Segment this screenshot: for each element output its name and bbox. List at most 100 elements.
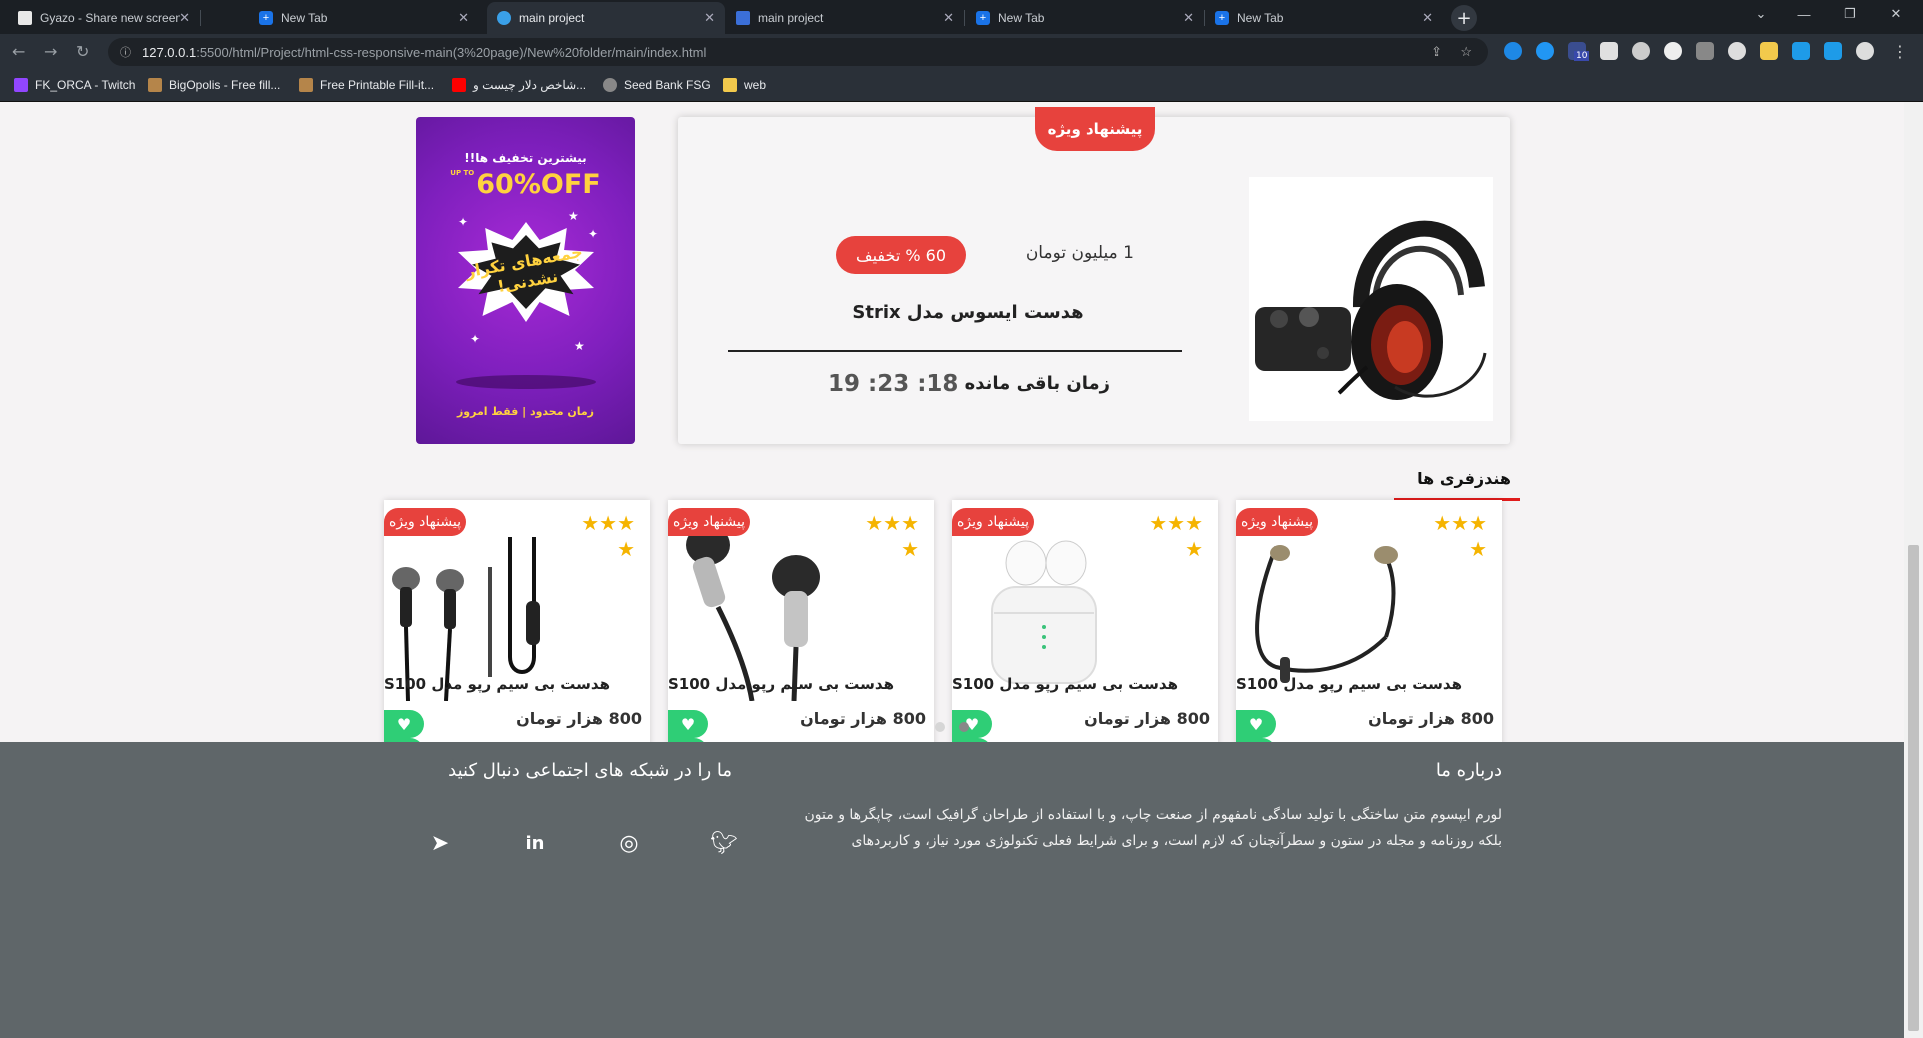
product-card[interactable]: پیشنهاد ویژه ★★★ ★ هدست بی سیم رپو مدل S1… [384,500,650,766]
product-card[interactable]: پیشنهاد ویژه ★★★ ★ هدست بی سیم رپو مدل S1… [1236,500,1502,766]
scrollbar-thumb[interactable] [1908,545,1919,1031]
add-to-favorites-button[interactable]: ♥ [952,710,992,738]
share-icon[interactable]: ⇪ [1431,44,1442,60]
section-title-earphones: هندزفری ها [1417,469,1511,488]
star-icon: ★ [1433,511,1452,535]
new-tab-icon: + [1215,11,1229,25]
forward-icon[interactable]: → [44,42,57,61]
telegram-icon[interactable]: ➤ [426,830,454,858]
side-panel-icon[interactable] [1824,42,1842,60]
tab-new-tab[interactable]: + New Tab ✕ [249,2,479,34]
sparkle-icon: ✦ [470,332,481,346]
twitter-icon[interactable]: 🐦︎ [710,830,738,858]
close-window-button[interactable]: ✕ [1873,0,1919,28]
product-title[interactable]: هدست بی سیم رپو مدل S100 [668,675,894,693]
info-icon[interactable]: ⓘ [120,44,131,60]
promo-banner[interactable]: ✦ ✦ ★ ✦ ★ بیشترین تخفیف ها!! UP TO60%OFF… [416,117,635,444]
twitch-icon [14,78,28,92]
close-icon[interactable]: ✕ [458,10,469,26]
gear-icon[interactable] [1728,42,1746,60]
close-icon[interactable]: ✕ [704,10,715,26]
bookmark-item[interactable]: Free Printable Fill-it... [299,78,434,92]
restore-button[interactable]: ❐ [1827,0,1873,28]
star-icon: ★ [1185,511,1203,535]
bookmark-item[interactable]: BigOpolis - Free fill... [148,78,280,92]
bookmark-label: BigOpolis - Free fill... [169,78,281,92]
folder-icon [723,78,737,92]
tab-main-project-active[interactable]: main project ✕ [487,2,725,34]
page-scrollbar[interactable] [1904,102,1923,1038]
tab-search-icon[interactable]: ⌄ [1738,0,1784,28]
add-to-favorites-button[interactable]: ♥ [1236,710,1276,738]
tab-gyazo[interactable]: Gyazo - Share new screenshots. ✕ [8,2,201,34]
bookmark-item[interactable]: FK_ORCA - Twitch [14,78,135,92]
url-input[interactable]: ⓘ 127.0.0.1:5500/html/Project/html-css-r… [108,38,1488,66]
star-icon: ★ [581,511,600,535]
add-to-favorites-button[interactable]: ♥ [668,710,708,738]
promo-up-to: UP TO [450,169,475,177]
rating-stars: ★★★ ★ [551,510,635,562]
bookmark-item[interactable]: Seed Bank FSG [603,78,711,92]
about-us-text: لورم ایپسوم متن ساختگی با تولید سادگی نا… [804,807,1502,849]
minimize-button[interactable]: — [1781,0,1827,28]
add-to-favorites-button[interactable]: ♥ [384,710,424,738]
product-title[interactable]: هدست بی سیم رپو مدل S100 [952,675,1178,693]
silver-earphone-drawing [686,525,820,702]
puzzle-icon[interactable] [1792,42,1810,60]
bookmark-item[interactable]: web [723,78,766,92]
close-icon[interactable]: ✕ [179,10,190,26]
extension-icon[interactable] [1664,42,1682,60]
tab-main-project[interactable]: main project ✕ [726,2,965,34]
product-title[interactable]: هدست بی سیم رپو مدل S100 [384,675,610,693]
url-host: 127.0.0.1 [142,44,197,60]
bookmark-star-icon[interactable]: ☆ [1460,44,1472,60]
profile-avatar[interactable] [1856,42,1874,60]
close-icon[interactable]: ✕ [1422,10,1433,26]
product-price: 800 هزار تومان [516,709,642,728]
star-icon: ★ [1185,537,1203,561]
instagram-icon[interactable]: ◎ [615,830,643,858]
star-icon: ★ [617,511,635,535]
extension-icon[interactable] [1632,42,1650,60]
black-earphones-image[interactable] [384,517,568,702]
carousel-dot-active[interactable] [959,722,969,732]
tab-title: main project [519,11,585,25]
tab-separator [964,10,965,26]
product-card[interactable]: پیشنهاد ویژه ★★★ ★ هدست بی سیم رپو مدل S1… [952,500,1218,766]
rating-stars: ★★★ ★ [835,510,919,562]
tab-title: Gyazo - Share new screenshots. [40,11,180,25]
extension-badge-icon[interactable]: 10 [1568,42,1590,61]
extension-icon[interactable] [1536,42,1554,60]
product-card[interactable]: پیشنهاد ویژه ★★★ ★ هدست بی سیم رپو مدل S1… [668,500,934,766]
star-icon: ★ [617,537,635,561]
extension-icon[interactable] [1504,42,1522,60]
tab-title: New Tab [281,11,328,25]
product-title[interactable]: هدست بی سیم رپو مدل S100 [1236,675,1462,693]
about-us-title: درباره ما [1435,760,1502,781]
special-offer-product-name[interactable]: هدست ایسوس مدل Strix [798,302,1138,323]
extension-icon[interactable] [1760,42,1778,60]
silver-earphone-image[interactable] [668,517,852,702]
extension-icon[interactable] [1600,42,1618,60]
tab-title: main project [758,11,824,25]
bookmark-item[interactable]: شاخص دلار چیست و... [452,78,586,92]
bigopolis-icon [148,78,162,92]
linkedin-icon[interactable]: in [521,830,549,858]
back-icon[interactable]: ← [12,42,25,61]
tab-new-tab[interactable]: + New Tab ✕ [966,2,1205,34]
tab-new-tab[interactable]: + New Tab ✕ [1205,2,1443,34]
close-icon[interactable]: ✕ [943,10,954,26]
product-price: 800 هزار تومان [800,709,926,728]
menu-dots-icon[interactable]: ⋮ [1892,42,1908,61]
gaming-headset-image[interactable] [1249,177,1493,421]
url-path: :5500/html/Project/html-css-responsive-m… [196,44,707,60]
bookmark-label: Seed Bank FSG [624,78,711,92]
new-tab-button[interactable]: + [1451,5,1477,31]
extension-icon[interactable] [1696,42,1714,60]
star-icon: ★ [1469,511,1487,535]
neckband-earphone-image[interactable] [1236,517,1420,701]
wireless-earbuds-case-image[interactable] [952,517,1136,701]
carousel-dot[interactable] [935,722,945,732]
close-icon[interactable]: ✕ [1183,10,1194,26]
reload-icon[interactable]: ↻ [76,42,89,61]
